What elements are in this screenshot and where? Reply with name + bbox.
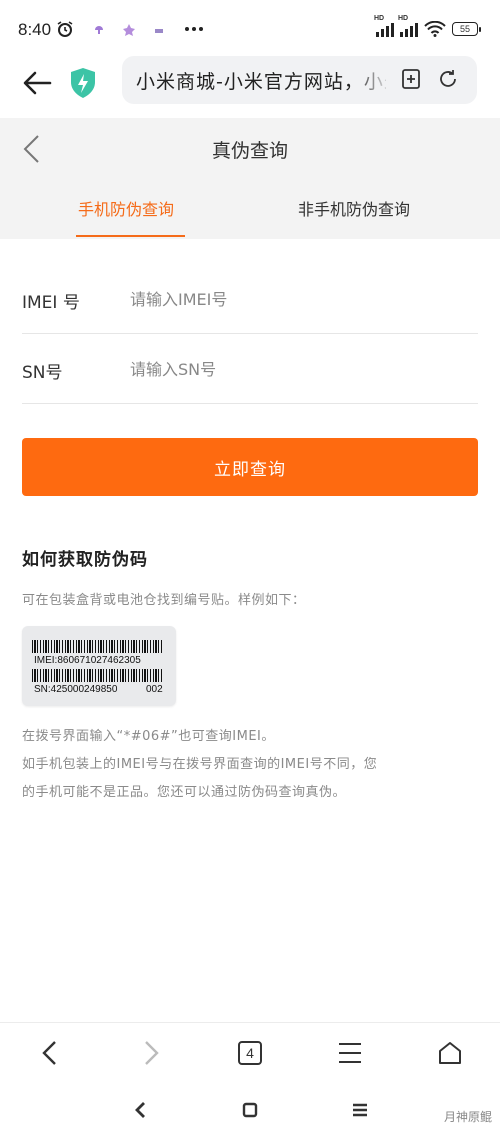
url-title: 小米商城-小米官方网站，小米手机 — [136, 71, 386, 93]
wifi-icon — [424, 21, 446, 37]
menu-icon — [339, 1043, 361, 1063]
barcode — [32, 640, 164, 653]
page-title: 真伪查询 — [211, 140, 288, 162]
refresh-icon[interactable] — [436, 67, 460, 91]
notification-icon — [95, 26, 103, 34]
sn-input[interactable] — [130, 352, 470, 386]
tab-non-phone-check[interactable]: 非手机防伪查询 — [298, 196, 410, 220]
signal-icon: HD — [398, 15, 418, 37]
chevron-right-icon — [145, 1041, 159, 1065]
sample-imei: IMEI:860671027462305 — [34, 655, 141, 666]
back-arrow-icon[interactable] — [20, 66, 54, 100]
tab-count: 4 — [238, 1041, 262, 1065]
system-home-button[interactable] — [238, 1098, 262, 1122]
notification-icon — [123, 24, 135, 36]
more-icon — [185, 27, 203, 31]
system-back-icon — [135, 1102, 145, 1118]
imei-label: IMEI 号 — [22, 293, 80, 313]
note-line: 如手机包装上的IMEI号与在拨号界面查询的IMEI号不同，您 — [22, 757, 378, 772]
system-menu-icon — [353, 1103, 367, 1117]
sn-row: SN号 — [22, 334, 478, 404]
watermark: 月神原鲲 — [443, 1110, 492, 1124]
browser-bottom-nav: 4 — [0, 1022, 500, 1082]
sample-label-image: IMEI:860671027462305 SN:425000249850 002 — [22, 626, 176, 706]
signal-label: HD — [398, 15, 409, 22]
sn-label: SN号 — [22, 363, 63, 383]
shield-icon[interactable] — [68, 66, 98, 100]
home-button[interactable] — [432, 1035, 468, 1071]
nav-forward-button[interactable] — [133, 1035, 169, 1071]
tab-phone-check[interactable]: 手机防伪查询 — [78, 196, 174, 220]
imei-input[interactable] — [130, 282, 470, 316]
battery-icon: 55 — [452, 22, 481, 36]
home-icon — [439, 1042, 461, 1064]
status-left-icons — [56, 20, 204, 38]
chevron-left-icon — [42, 1041, 56, 1065]
status-right-icons: HD HD 55 — [374, 15, 481, 37]
sample-code: 002 — [146, 684, 163, 695]
note-line: 的手机可能不是正品。您还可以通过防伪码查询真伪。 — [22, 785, 347, 800]
address-bar[interactable]: 小米商城-小米官方网站，小米手机 — [122, 56, 477, 104]
system-recent-button[interactable] — [348, 1098, 372, 1122]
tabs-button[interactable]: 4 — [232, 1035, 268, 1071]
browser-toolbar: 小米商城-小米官方网站，小米手机 — [0, 56, 500, 118]
status-time: 8:40 — [18, 20, 52, 39]
barcode — [32, 669, 164, 682]
info-description: 可在包装盒背或电池仓找到编号贴。样例如下： — [22, 593, 306, 608]
note-line: 在拨号界面输入“*#06#”也可查询IMEI。 — [22, 729, 275, 744]
imei-row: IMEI 号 — [22, 264, 478, 334]
status-bar: 8:40 HD HD 55 — [0, 0, 500, 58]
signal-icon: HD — [374, 15, 394, 37]
active-tab-indicator — [76, 235, 185, 237]
signal-label: HD — [374, 15, 385, 22]
info-title: 如何获取防伪码 — [22, 550, 148, 570]
nav-back-button[interactable] — [32, 1035, 68, 1071]
query-button[interactable]: 立即查询 — [22, 438, 478, 496]
add-bookmark-icon[interactable] — [400, 67, 424, 91]
menu-button[interactable] — [332, 1035, 368, 1071]
sample-sn: SN:425000249850 — [34, 684, 118, 695]
system-nav-bar: 月神原鲲 — [0, 1082, 500, 1139]
notification-icon — [155, 29, 163, 33]
system-home-icon — [242, 1102, 258, 1118]
page-header: 真伪查询 手机防伪查询 非手机防伪查询 — [0, 118, 500, 239]
alarm-icon — [57, 21, 73, 37]
system-back-button[interactable] — [128, 1098, 152, 1122]
